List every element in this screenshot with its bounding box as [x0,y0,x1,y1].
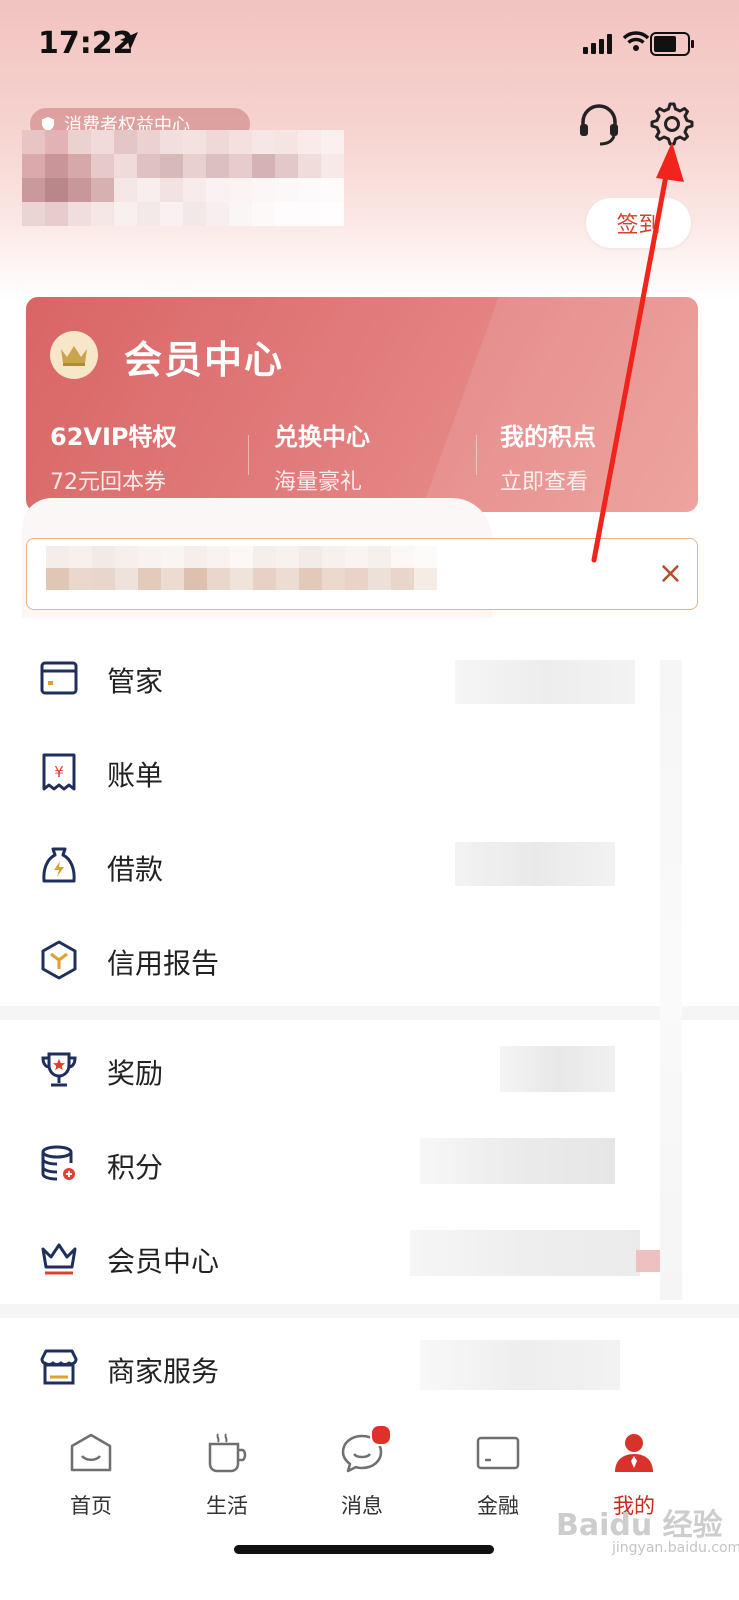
blurred-value [420,1340,620,1390]
notice-text-blurred [46,546,437,590]
blurred-value [636,1250,660,1272]
settings-gear-icon[interactable] [648,100,696,148]
cellular-signal-icon [583,34,612,54]
tab-messages[interactable]: 消息 [312,1424,412,1520]
svg-text:¥: ¥ [54,763,64,781]
exchange-center-subtitle: 海量豪礼 [274,470,363,495]
card-icon [40,661,78,695]
tab-finance[interactable]: 金融 [448,1430,548,1520]
exchange-center-entry[interactable]: 兑换中心 海量豪礼 [274,417,474,496]
section-divider [0,1304,739,1318]
menu-item-bill[interactable]: ¥ 账单 [0,724,739,818]
blurred-value [410,1230,640,1276]
menu-label: 账单 [107,759,164,792]
credit-report-icon [41,940,77,980]
home-indicator [234,1545,494,1554]
menu-item-credit-report[interactable]: 信用报告 [0,912,739,1006]
exchange-center-title: 兑换中心 [274,423,370,451]
my-points-entry[interactable]: 我的积点 立即查看 [500,417,698,496]
menu-label: 奖励 [107,1057,164,1090]
finance-icon [476,1436,520,1470]
location-arrow-icon [120,32,138,50]
tab-label: 首页 [70,1494,112,1518]
vip-divider [476,435,477,475]
vip-center-card[interactable]: 会员中心 62VIP特权 72元回本券 兑换中心 海量豪礼 我的积点 立即查看 [26,297,698,512]
vip-privilege-entry[interactable]: 62VIP特权 72元回本券 [50,417,250,496]
menu-label: 管家 [107,665,164,698]
vip-crown-icon [50,331,98,379]
my-points-subtitle: 立即查看 [500,470,589,495]
menu-label: 积分 [107,1151,164,1184]
my-points-title: 我的积点 [500,423,596,451]
menu-label: 会员中心 [107,1245,220,1278]
tab-label: 金融 [477,1494,519,1518]
tab-label: 消息 [341,1494,383,1518]
cup-icon [208,1433,247,1473]
menu-item-merchant-services[interactable]: 商家服务 [0,1320,739,1414]
battery-icon [650,32,694,56]
close-icon[interactable]: × [658,557,683,591]
store-icon [40,1349,78,1385]
status-bar: 17:22 [0,0,739,92]
vip-privilege-subtitle: 72元回本券 [50,470,166,495]
message-badge-dot [370,1424,392,1446]
tab-home[interactable]: 首页 [41,1430,141,1520]
blurred-value [455,842,615,886]
menu-label: 商家服务 [107,1355,220,1388]
vip-divider [248,435,249,475]
user-name-blurred [22,130,344,226]
profile-icon [615,1434,653,1472]
points-coins-icon [41,1145,75,1181]
blurred-value [455,660,635,704]
tab-label: 生活 [206,1494,248,1518]
section-divider [0,1006,739,1020]
wifi-icon [623,31,649,51]
menu-item-points[interactable]: 积分 [0,1116,739,1210]
blurred-value [660,660,682,1300]
tab-life[interactable]: 生活 [177,1430,277,1520]
vip-card-title: 会员中心 [124,338,285,382]
watermark-url: jingyan.baidu.com [612,1540,739,1556]
watermark-logo: Baidu 经验 [556,1508,723,1543]
blurred-value [420,1138,615,1184]
home-icon [70,1433,112,1472]
sign-in-button[interactable]: 签到 [586,198,691,248]
menu-label: 借款 [107,853,164,886]
customer-service-headset-icon[interactable] [576,102,622,148]
blurred-value [500,1046,615,1092]
menu-item-rewards[interactable]: 奖励 [0,1022,739,1116]
menu-item-loan[interactable]: 借款 [0,818,739,912]
bill-icon: ¥ [42,753,76,791]
crown-icon [41,1243,77,1275]
menu-label: 信用报告 [107,947,220,980]
vip-privilege-title: 62VIP特权 [50,423,177,451]
trophy-icon [41,1052,77,1087]
loan-bag-icon [42,847,76,883]
